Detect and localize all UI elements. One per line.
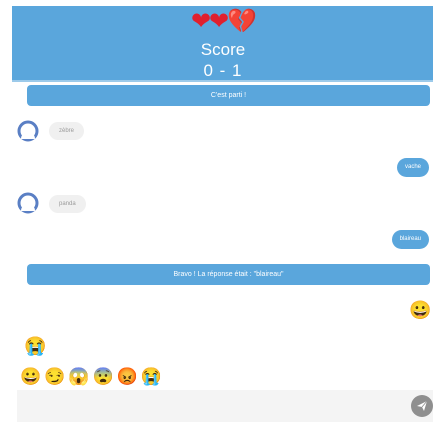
send-button[interactable] (411, 395, 433, 417)
sent-emoji-grinning: 😀 (409, 300, 432, 320)
score-value: 0 - 1 (203, 61, 243, 80)
result-banner: Bravo ! La réponse était : "blaireau" (27, 264, 430, 285)
message-input[interactable] (21, 394, 401, 418)
broken-heart-icon: 💔 (227, 8, 257, 35)
chat-game-screen: ❤❤💔 Score 0 - 1 C'est parti ! zèbre vach… (0, 0, 433, 424)
user-avatar-icon (17, 120, 39, 142)
message-composer (17, 390, 433, 422)
message-bubble-left: zèbre (49, 122, 85, 140)
heart-icon: ❤❤ (190, 8, 229, 35)
emoji-reaction-bar: 😀 😏 😱 😨 😡 😭 (20, 367, 162, 387)
reaction-crying-button[interactable]: 😭 (141, 367, 162, 387)
reaction-smirk-button[interactable]: 😏 (44, 367, 65, 387)
header-divider (12, 79, 433, 82)
lives-hearts: ❤❤💔 (12, 8, 433, 36)
reaction-fearful-button[interactable]: 😨 (93, 367, 114, 387)
reaction-angry-button[interactable]: 😡 (117, 367, 138, 387)
score-header: ❤❤💔 Score 0 - 1 (12, 6, 433, 80)
reaction-scream-button[interactable]: 😱 (68, 367, 89, 387)
message-bubble-right: vache (396, 158, 429, 177)
received-emoji-crying: 😭 (24, 336, 47, 356)
message-bubble-right: blaireau (391, 230, 429, 249)
paper-plane-icon (417, 400, 428, 411)
reaction-grinning-button[interactable]: 😀 (20, 367, 41, 387)
start-banner: C'est parti ! (27, 85, 430, 106)
user-avatar-icon (17, 192, 39, 214)
score-title: Score (200, 40, 246, 59)
message-bubble-left: panda (49, 195, 86, 213)
